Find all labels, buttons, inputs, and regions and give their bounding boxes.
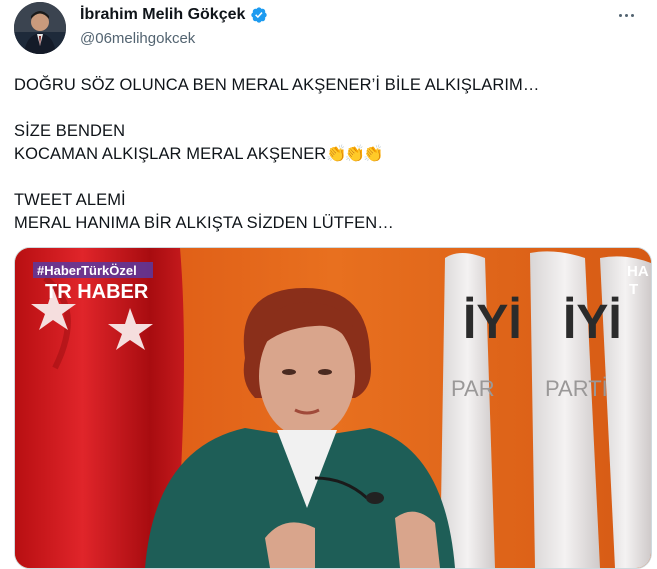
tweet-text: DOĞRU SÖZ OLUNCA BEN MERAL AKŞENER’İ BİL… [14,74,644,235]
author-name[interactable]: İbrahim Melih Gökçek [80,6,245,24]
party-logo-left: İYİ [463,296,522,349]
more-options-icon[interactable] [613,4,639,26]
dot [618,13,622,17]
channel-logo: TR HABER [45,281,149,303]
tweet-line: SİZE BENDEN [14,122,126,140]
tweet-line-with-emoji: KOCAMAN ALKIŞLAR MERAL AKŞENER👏👏👏 [14,143,644,166]
dot [624,13,628,17]
corner-overlay-top: HA [627,263,649,280]
video-frame: İYİ PAR İYİ PARTİ #HaberTürkÖzel TR HABE… [15,248,651,568]
tweet-media-video[interactable]: İYİ PAR İYİ PARTİ #HaberTürkÖzel TR HABE… [14,247,652,569]
author-name-row[interactable]: İbrahim Melih Gökçek [80,6,268,24]
dot [630,13,634,17]
party-logo-right: İYİ [563,296,622,349]
party-logo-right-sub: PARTİ [545,376,608,401]
tweet-line: TWEET ALEMİ [14,191,126,209]
clapping-hands-icon: 👏👏👏 [326,145,384,163]
party-logo-left-sub: PAR [451,376,495,401]
verified-badge-icon [251,7,268,23]
corner-overlay-bottom: T [629,281,638,298]
overlay-tag: #HaberTürkÖzel [37,263,137,278]
tweet-line: MERAL HANIMA BİR ALKIŞTA SİZDEN LÜTFEN… [14,214,394,232]
author-handle[interactable]: @06melihgokcek [80,30,195,47]
tweet-line: KOCAMAN ALKIŞLAR MERAL AKŞENER [14,145,327,163]
avatar-image [14,2,66,54]
tweet-line: DOĞRU SÖZ OLUNCA BEN MERAL AKŞENER’İ BİL… [14,76,540,94]
avatar[interactable] [14,2,66,54]
